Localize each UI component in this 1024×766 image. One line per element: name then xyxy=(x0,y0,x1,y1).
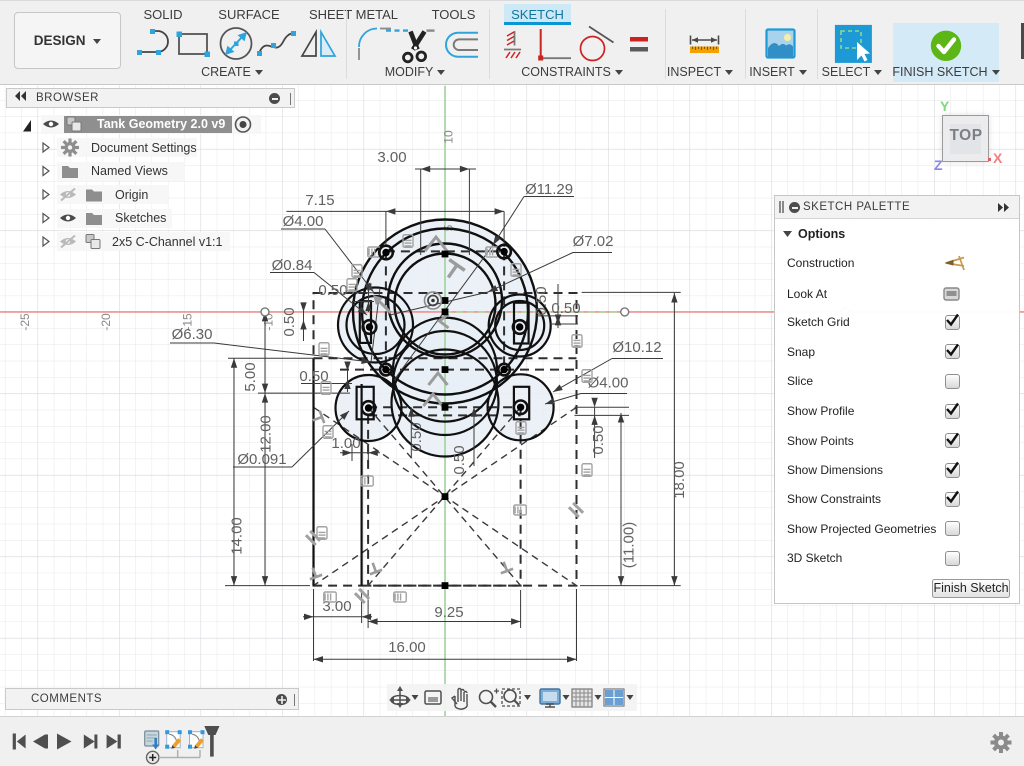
svg-text:12.00: 12.00 xyxy=(258,415,275,453)
svg-text:0.50: 0.50 xyxy=(408,422,425,451)
svg-text:0.50: 0.50 xyxy=(451,445,468,474)
svg-text:Ø11.29: Ø11.29 xyxy=(525,181,573,198)
svg-text:0.50: 0.50 xyxy=(533,286,550,315)
svg-text:Ø10.12: Ø10.12 xyxy=(612,339,661,356)
svg-text:Ø6.30: Ø6.30 xyxy=(172,326,213,343)
svg-text:7.15: 7.15 xyxy=(305,192,334,209)
svg-text:0.50: 0.50 xyxy=(299,368,328,385)
svg-text:14.00: 14.00 xyxy=(229,517,246,555)
svg-text:Ø7.02: Ø7.02 xyxy=(573,233,614,250)
svg-text:Ø4.00: Ø4.00 xyxy=(588,375,629,392)
svg-text:-20: -20 xyxy=(99,313,113,331)
svg-text:3.00: 3.00 xyxy=(377,149,406,166)
svg-text:9.25: 9.25 xyxy=(434,604,463,621)
svg-text:0.50: 0.50 xyxy=(318,282,347,299)
svg-text:0.50: 0.50 xyxy=(590,425,607,454)
svg-text:0.50: 0.50 xyxy=(281,307,298,336)
svg-text:1.00: 1.00 xyxy=(331,435,360,452)
svg-text:16.00: 16.00 xyxy=(388,639,426,656)
svg-text:18.00: 18.00 xyxy=(671,461,688,499)
svg-text:-25: -25 xyxy=(18,313,32,331)
svg-text:3.00: 3.00 xyxy=(322,598,351,615)
svg-text:(11.00): (11.00) xyxy=(621,522,638,568)
svg-text:5.00: 5.00 xyxy=(242,362,259,391)
svg-text:10: 10 xyxy=(442,130,456,144)
svg-text:0.50: 0.50 xyxy=(551,300,580,317)
